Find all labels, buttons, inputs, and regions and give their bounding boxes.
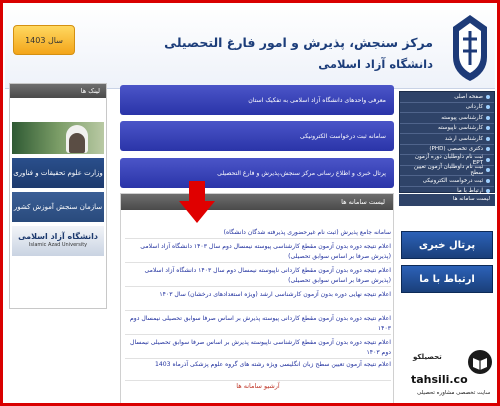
university-logo-icon	[453, 15, 487, 81]
news-item[interactable]: اعلام نتیجه آزمون تعیین سطح زبان انگلیسی…	[125, 360, 391, 381]
menu-label: ثبت درخواست الکترونیکی	[422, 177, 483, 184]
site-header: سال 1403 مرکز سنجش، پذیرش و امور فارغ ال…	[5, 5, 495, 89]
news-item[interactable]: اعلام نتیجه نهایی دوره بدون آزمون کارشنا…	[125, 290, 391, 311]
contact-us-banner[interactable]: ارتباط با ما	[401, 265, 493, 293]
ministry-science-link[interactable]: وزارت علوم تحقیقات و فناوری	[12, 158, 104, 188]
site-subtitle: دانشگاه آزاد اسلامی	[318, 57, 433, 71]
menu-label: صفحه اصلی	[454, 93, 483, 100]
site-title: مرکز سنجش، پذیرش و امور فارغ التحصیلی	[164, 35, 433, 50]
news-item[interactable]: اعلام نتیجه دوره بدون آزمون مقطع کارشناس…	[125, 338, 391, 359]
systems-list-subheading: لیست سامانه ها	[399, 194, 495, 206]
news-item[interactable]: اعلام نتیجه دوره بدون آزمون مقطع کاردانی…	[125, 266, 391, 287]
bullet-icon	[486, 136, 490, 141]
menu-item-bachelor-continuous[interactable]: کارشناسی پیوسته	[400, 113, 494, 124]
azad-university-link[interactable]: دانشگاه آزاد اسلامی Islamic Azad Univers…	[12, 226, 104, 256]
leader-photo[interactable]	[12, 122, 104, 154]
news-portal-button[interactable]: پرتال خبری و اطلاع رسانی مرکز سنجش،پذیرش…	[120, 158, 394, 188]
news-item[interactable]: اعلام نتیجه دوره بدون آزمون مقطع کاردانی…	[125, 314, 391, 335]
systems-list-panel: لیست سامانه ها سامانه جامع پذیرش (ثبت نا…	[120, 193, 394, 403]
menu-label: دکتری تخصصی (PHD)	[429, 146, 483, 153]
bullet-icon	[486, 168, 490, 173]
menu-item-bachelor-discontinuous[interactable]: کارشناسی ناپیوسته	[400, 124, 494, 134]
menu-label: کارشناسی ناپیوسته	[437, 125, 483, 132]
provinces-units-button[interactable]: معرفی واحدهای دانشگاه آزاد اسلامی به تفک…	[120, 85, 394, 115]
watermark-tagline: سایت تخصصی مشاوره تحصیلی	[417, 390, 491, 396]
links-panel: لینک ها وزارت علوم تحقیقات و فناوری سازم…	[9, 83, 107, 309]
menu-item-masters[interactable]: کارشناسی ارشد	[400, 134, 494, 145]
azad-university-title: دانشگاه آزاد اسلامی	[18, 232, 98, 241]
bullet-icon	[486, 94, 490, 99]
bullet-icon	[486, 189, 490, 194]
bullet-icon	[486, 105, 490, 110]
news-portal-banner[interactable]: پرتال خبری	[401, 231, 493, 259]
menu-label: ثبت نام داوطلبان آزمون تعیین سطح	[413, 164, 484, 177]
menu-item-electronic-request[interactable]: ثبت درخواست الکترونیکی	[400, 176, 494, 187]
sanjesh-organization-link[interactable]: سازمان سنجش آموزش کشور	[12, 192, 104, 222]
red-arrow-icon	[179, 181, 215, 223]
book-logo-icon	[468, 350, 492, 374]
menu-item-placement-test[interactable]: ثبت نام داوطلبان آزمون تعیین سطح	[400, 164, 494, 177]
bullet-icon	[486, 157, 490, 162]
watermark-brand: تحصیلکو	[413, 353, 442, 361]
bullet-icon	[486, 178, 490, 183]
menu-label: کاردانی	[465, 104, 483, 111]
menu-label: کارشناسی پیوسته	[441, 114, 483, 121]
year-button[interactable]: سال 1403	[13, 25, 75, 55]
bullet-icon	[486, 115, 490, 120]
menu-item-associate[interactable]: کاردانی	[400, 103, 494, 113]
bullet-icon	[486, 126, 490, 131]
bullet-icon	[486, 147, 490, 152]
main-menu: صفحه اصلی کاردانی کارشناسی پیوسته کارشنا…	[399, 91, 495, 197]
archive-link[interactable]: آرشیو سامانه ها	[125, 382, 391, 390]
news-item[interactable]: سامانه جامع پذیرش (ثبت نام غیرحضوری پذیر…	[125, 228, 391, 239]
systems-list-heading: لیست سامانه ها	[121, 194, 393, 210]
menu-item-home[interactable]: صفحه اصلی	[400, 92, 494, 103]
watermark-url: tahsili.co	[411, 373, 468, 386]
page-frame: سال 1403 مرکز سنجش، پذیرش و امور فارغ ال…	[0, 0, 500, 406]
menu-label: کارشناسی ارشد	[444, 135, 483, 142]
azad-university-subtitle: Islamic Azad University	[28, 242, 88, 248]
links-heading: لینک ها	[10, 84, 106, 98]
electronic-request-button[interactable]: سامانه ثبت درخواست الکترونیکی	[120, 121, 394, 151]
tahsilico-watermark: تحصیلکو tahsili.co سایت تخصصی مشاوره تحص…	[411, 347, 497, 403]
news-item[interactable]: اعلام نتیجه دوره بدون آزمون مقطع کارشناس…	[125, 242, 391, 263]
